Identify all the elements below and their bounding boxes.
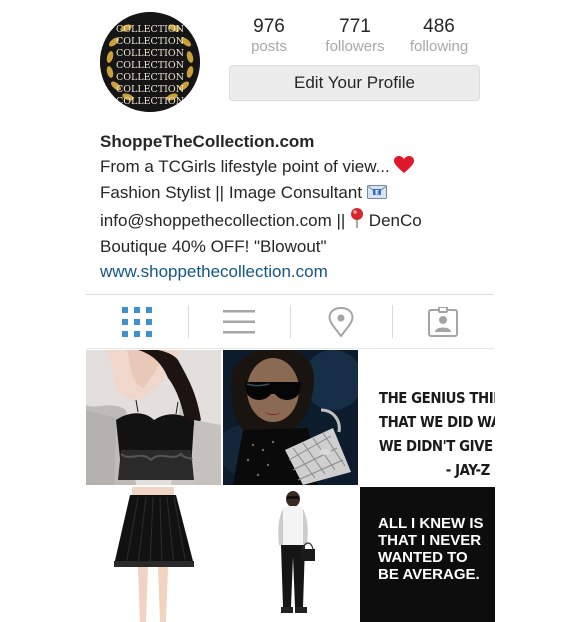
bio-line-3: info@shoppethecollection.com || DenCo xyxy=(100,207,540,236)
svg-text:COLLECTION: COLLECTION xyxy=(116,84,184,95)
followers-stat[interactable]: 771 followers xyxy=(315,16,395,56)
profile-name: ShoppeTheCollection.com xyxy=(100,132,315,151)
tab-list-view[interactable] xyxy=(188,295,290,348)
svg-text:COLLECTION: COLLECTION xyxy=(116,60,184,71)
post-thumbnail[interactable] xyxy=(86,487,221,622)
grid-icon xyxy=(122,306,152,337)
posts-stat[interactable]: 976 posts xyxy=(229,16,309,56)
svg-text:COLLECTION: COLLECTION xyxy=(116,48,184,59)
tab-tagged-photos[interactable] xyxy=(392,295,494,348)
svg-text:E: E xyxy=(375,189,379,196)
post-quote-average: ALL I KNEW IS THAT I NEVER WANTED TO BE … xyxy=(360,487,495,622)
post-thumbnail[interactable]: ALL I KNEW IS THAT I NEVER WANTED TO BE … xyxy=(360,487,495,622)
email-icon: E xyxy=(366,183,387,208)
followers-label: followers xyxy=(325,38,385,55)
tab-grid-view[interactable] xyxy=(86,295,188,348)
post-photo-street-style xyxy=(223,487,358,622)
bio-line-2: Fashion Stylist || Image Consultant E xyxy=(100,181,540,208)
profile-avatar[interactable]: COLLECTION COLLECTION COLLECTION COLLECT… xyxy=(100,12,200,112)
posts-count: 976 xyxy=(253,16,285,37)
following-count: 486 xyxy=(423,16,455,37)
bio-line-4: Boutique 40% OFF! "Blowout" xyxy=(100,237,327,256)
tab-location-view[interactable] xyxy=(290,295,392,348)
tagged-photos-icon xyxy=(428,306,458,337)
post-grid: THE GENIUS THING THAT WE DID WAS, WE DID… xyxy=(86,350,495,622)
following-stat[interactable]: 486 following xyxy=(399,16,479,56)
following-label: following xyxy=(409,38,469,55)
profile-stats: 976 posts 771 followers 486 following xyxy=(229,16,480,60)
post-photo-sunglasses-bag xyxy=(223,350,358,485)
svg-text:COLLECTION: COLLECTION xyxy=(116,72,184,83)
profile-view-tabs xyxy=(86,295,494,348)
svg-text:COLLECTION: COLLECTION xyxy=(116,36,184,47)
red-heart-icon xyxy=(394,155,415,182)
svg-text:COLLECTION: COLLECTION xyxy=(116,24,184,35)
post-photo-woman-lace-top xyxy=(86,350,221,485)
posts-label: posts xyxy=(251,38,287,55)
edit-profile-button[interactable]: Edit Your Profile xyxy=(229,65,480,101)
website-link[interactable]: www.shoppethecollection.com xyxy=(100,260,540,285)
post-thumbnail[interactable] xyxy=(223,350,358,485)
avatar-logo: COLLECTION COLLECTION COLLECTION COLLECT… xyxy=(100,12,200,112)
post-thumbnail[interactable] xyxy=(223,487,358,622)
list-icon xyxy=(223,309,255,333)
followers-count: 771 xyxy=(339,16,371,37)
post-thumbnail[interactable]: THE GENIUS THING THAT WE DID WAS, WE DID… xyxy=(360,350,495,485)
svg-text:COLLECTION: COLLECTION xyxy=(116,96,184,107)
bio-line-1: From a TCGirls lifestyle point of view..… xyxy=(100,155,540,182)
post-photo-pleated-skirt xyxy=(86,487,221,622)
post-thumbnail[interactable] xyxy=(86,350,221,485)
post-quote-jay-z: THE GENIUS THING THAT WE DID WAS, WE DID… xyxy=(378,389,495,479)
profile-bio: ShoppeTheCollection.com From a TCGirls l… xyxy=(100,130,540,284)
tab-bar-bottom-divider xyxy=(86,348,494,349)
location-pin-icon xyxy=(328,306,354,337)
round-pushpin-icon xyxy=(350,207,364,236)
